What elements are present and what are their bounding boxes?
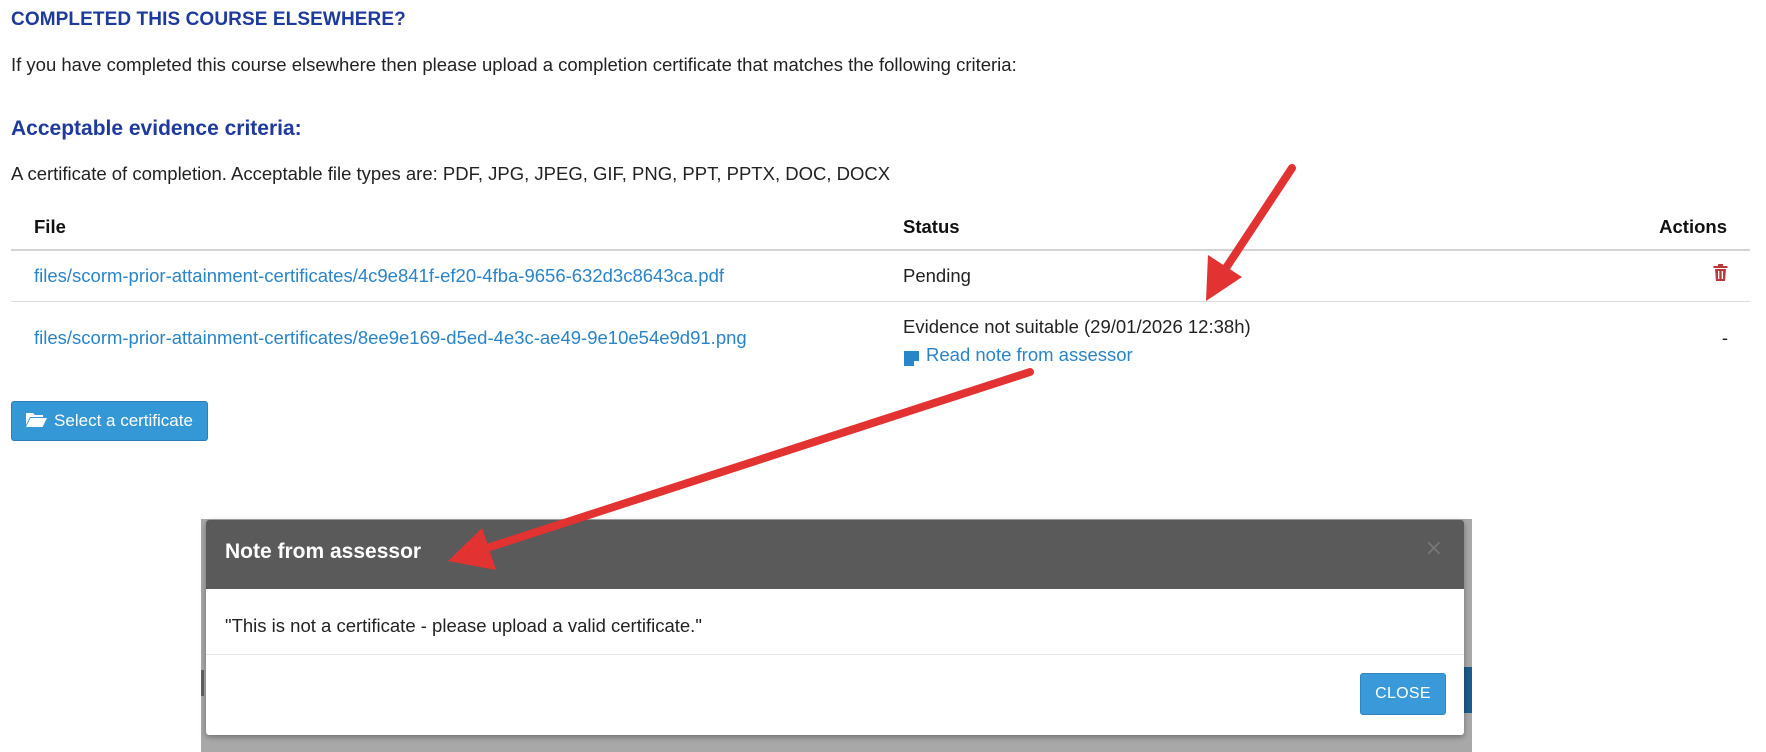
modal-note-text: "This is not a certificate - please uplo… xyxy=(225,615,702,636)
read-note-label: Read note from assessor xyxy=(926,344,1133,365)
assessor-note-modal: Note from assessor × "This is not a cert… xyxy=(206,520,1464,735)
note-icon xyxy=(903,347,920,366)
folder-open-icon xyxy=(26,411,48,432)
evidence-table: File Status Actions files/scorm-prior-at… xyxy=(11,205,1750,374)
file-link[interactable]: files/scorm-prior-attainment-certificate… xyxy=(34,265,724,287)
modal-header: Note from assessor × xyxy=(206,520,1464,589)
column-header-file: File xyxy=(34,216,66,237)
column-header-status: Status xyxy=(903,216,960,237)
intro-text: If you have completed this course elsewh… xyxy=(11,54,1017,75)
criteria-heading: Acceptable evidence criteria: xyxy=(11,117,302,140)
no-action-text: - xyxy=(1721,327,1728,348)
table-header-row: File Status Actions xyxy=(11,205,1750,251)
modal-close-x-button[interactable]: × xyxy=(1425,538,1443,560)
status-cell: Evidence not suitable (29/01/2026 12:38h… xyxy=(903,313,1251,375)
read-note-link[interactable]: Read note from assessor xyxy=(903,341,1133,369)
modal-title: Note from assessor xyxy=(225,540,422,563)
select-certificate-button[interactable]: Select a certificate xyxy=(11,401,208,441)
criteria-text: A certificate of completion. Acceptable … xyxy=(11,163,891,184)
file-link[interactable]: files/scorm-prior-attainment-certificate… xyxy=(34,327,747,349)
table-row: files/scorm-prior-attainment-certificate… xyxy=(11,251,1750,302)
table-row: files/scorm-prior-attainment-certificate… xyxy=(11,302,1750,374)
close-button[interactable]: CLOSE xyxy=(1360,673,1446,715)
trash-icon[interactable] xyxy=(1713,264,1728,286)
status-text: Evidence not suitable (29/01/2026 12:38h… xyxy=(903,316,1251,337)
column-header-actions: Actions xyxy=(1659,216,1727,237)
section-title: COMPLETED THIS COURSE ELSEWHERE? xyxy=(11,9,406,30)
modal-divider xyxy=(206,654,1464,655)
status-text: Pending xyxy=(903,265,971,286)
select-certificate-label: Select a certificate xyxy=(54,411,193,430)
